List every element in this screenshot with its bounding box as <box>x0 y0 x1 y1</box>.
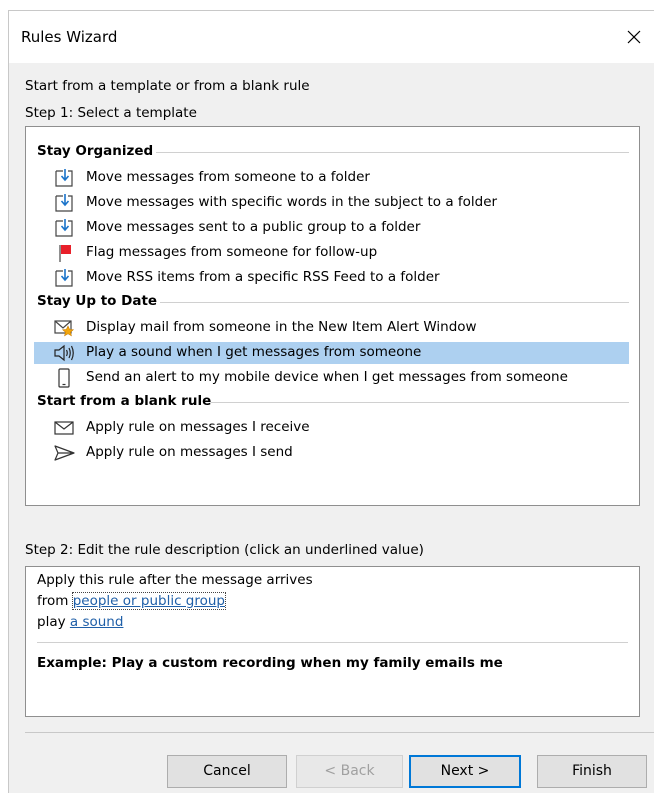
a-sound-link[interactable]: a sound <box>70 614 124 630</box>
rules-wizard-dialog: Rules Wizard Start from a template or fr… <box>8 10 654 793</box>
close-icon <box>627 30 641 44</box>
description-line-3: play a sound <box>37 614 123 630</box>
template-item-label: Apply rule on messages I send <box>86 444 293 460</box>
intro-label: Start from a template or from a blank ru… <box>25 78 310 94</box>
section-stay-organized: Stay Organized <box>37 143 154 159</box>
envelope-icon <box>54 421 74 435</box>
close-button[interactable] <box>614 17 654 57</box>
template-item-label: Move messages sent to a public group to … <box>86 219 421 235</box>
send-arrow-icon <box>54 445 75 461</box>
finish-button[interactable]: Finish <box>537 755 647 788</box>
template-item-label: Move messages with specific words in the… <box>86 194 498 210</box>
template-item-play-sound[interactable]: Play a sound when I get messages from so… <box>34 342 629 364</box>
template-item-label: Move RSS items from a specific RSS Feed … <box>86 269 440 285</box>
section-blank-rule: Start from a blank rule <box>37 393 212 409</box>
template-list[interactable]: Stay Organized Move messages from someon… <box>25 126 640 506</box>
description-divider <box>37 642 628 643</box>
mobile-device-icon <box>58 368 70 388</box>
speaker-icon <box>54 344 74 362</box>
section-stay-up-to-date: Stay Up to Date <box>37 293 158 309</box>
people-or-public-group-link[interactable]: people or public group <box>71 592 227 610</box>
section-divider <box>160 302 629 303</box>
section-divider <box>211 402 629 403</box>
rule-description-box: Apply this rule after the message arrive… <box>25 566 640 717</box>
cancel-button[interactable]: Cancel <box>167 755 287 788</box>
description-line-2: from people or public group <box>37 592 227 610</box>
new-item-alert-icon <box>54 320 75 337</box>
move-to-folder-icon <box>55 169 73 187</box>
move-to-folder-icon <box>55 194 73 212</box>
template-item-label: Flag messages from someone for follow-up <box>86 244 378 260</box>
section-divider <box>156 152 629 153</box>
red-flag-icon <box>59 245 71 262</box>
description-from-prefix: from <box>37 593 69 609</box>
title-bar: Rules Wizard <box>9 11 654 63</box>
move-to-folder-icon <box>55 269 73 287</box>
back-button[interactable]: < Back <box>296 755 403 788</box>
button-separator <box>25 732 654 733</box>
step1-label: Step 1: Select a template <box>25 105 197 121</box>
template-item-label: Move messages from someone to a folder <box>86 169 370 185</box>
description-play-prefix: play <box>37 614 66 630</box>
step2-label: Step 2: Edit the rule description (click… <box>25 542 424 558</box>
description-line-1: Apply this rule after the message arrive… <box>37 572 313 588</box>
example-text: Example: Play a custom recording when my… <box>37 655 503 671</box>
move-to-folder-icon <box>55 219 73 237</box>
template-item-label: Apply rule on messages I receive <box>86 419 310 435</box>
window-title: Rules Wizard <box>21 28 118 46</box>
template-item-label: Play a sound when I get messages from so… <box>86 344 422 360</box>
template-item-label: Send an alert to my mobile device when I… <box>86 369 568 385</box>
template-item-label: Display mail from someone in the New Ite… <box>86 319 477 335</box>
next-button[interactable]: Next > <box>409 755 521 788</box>
